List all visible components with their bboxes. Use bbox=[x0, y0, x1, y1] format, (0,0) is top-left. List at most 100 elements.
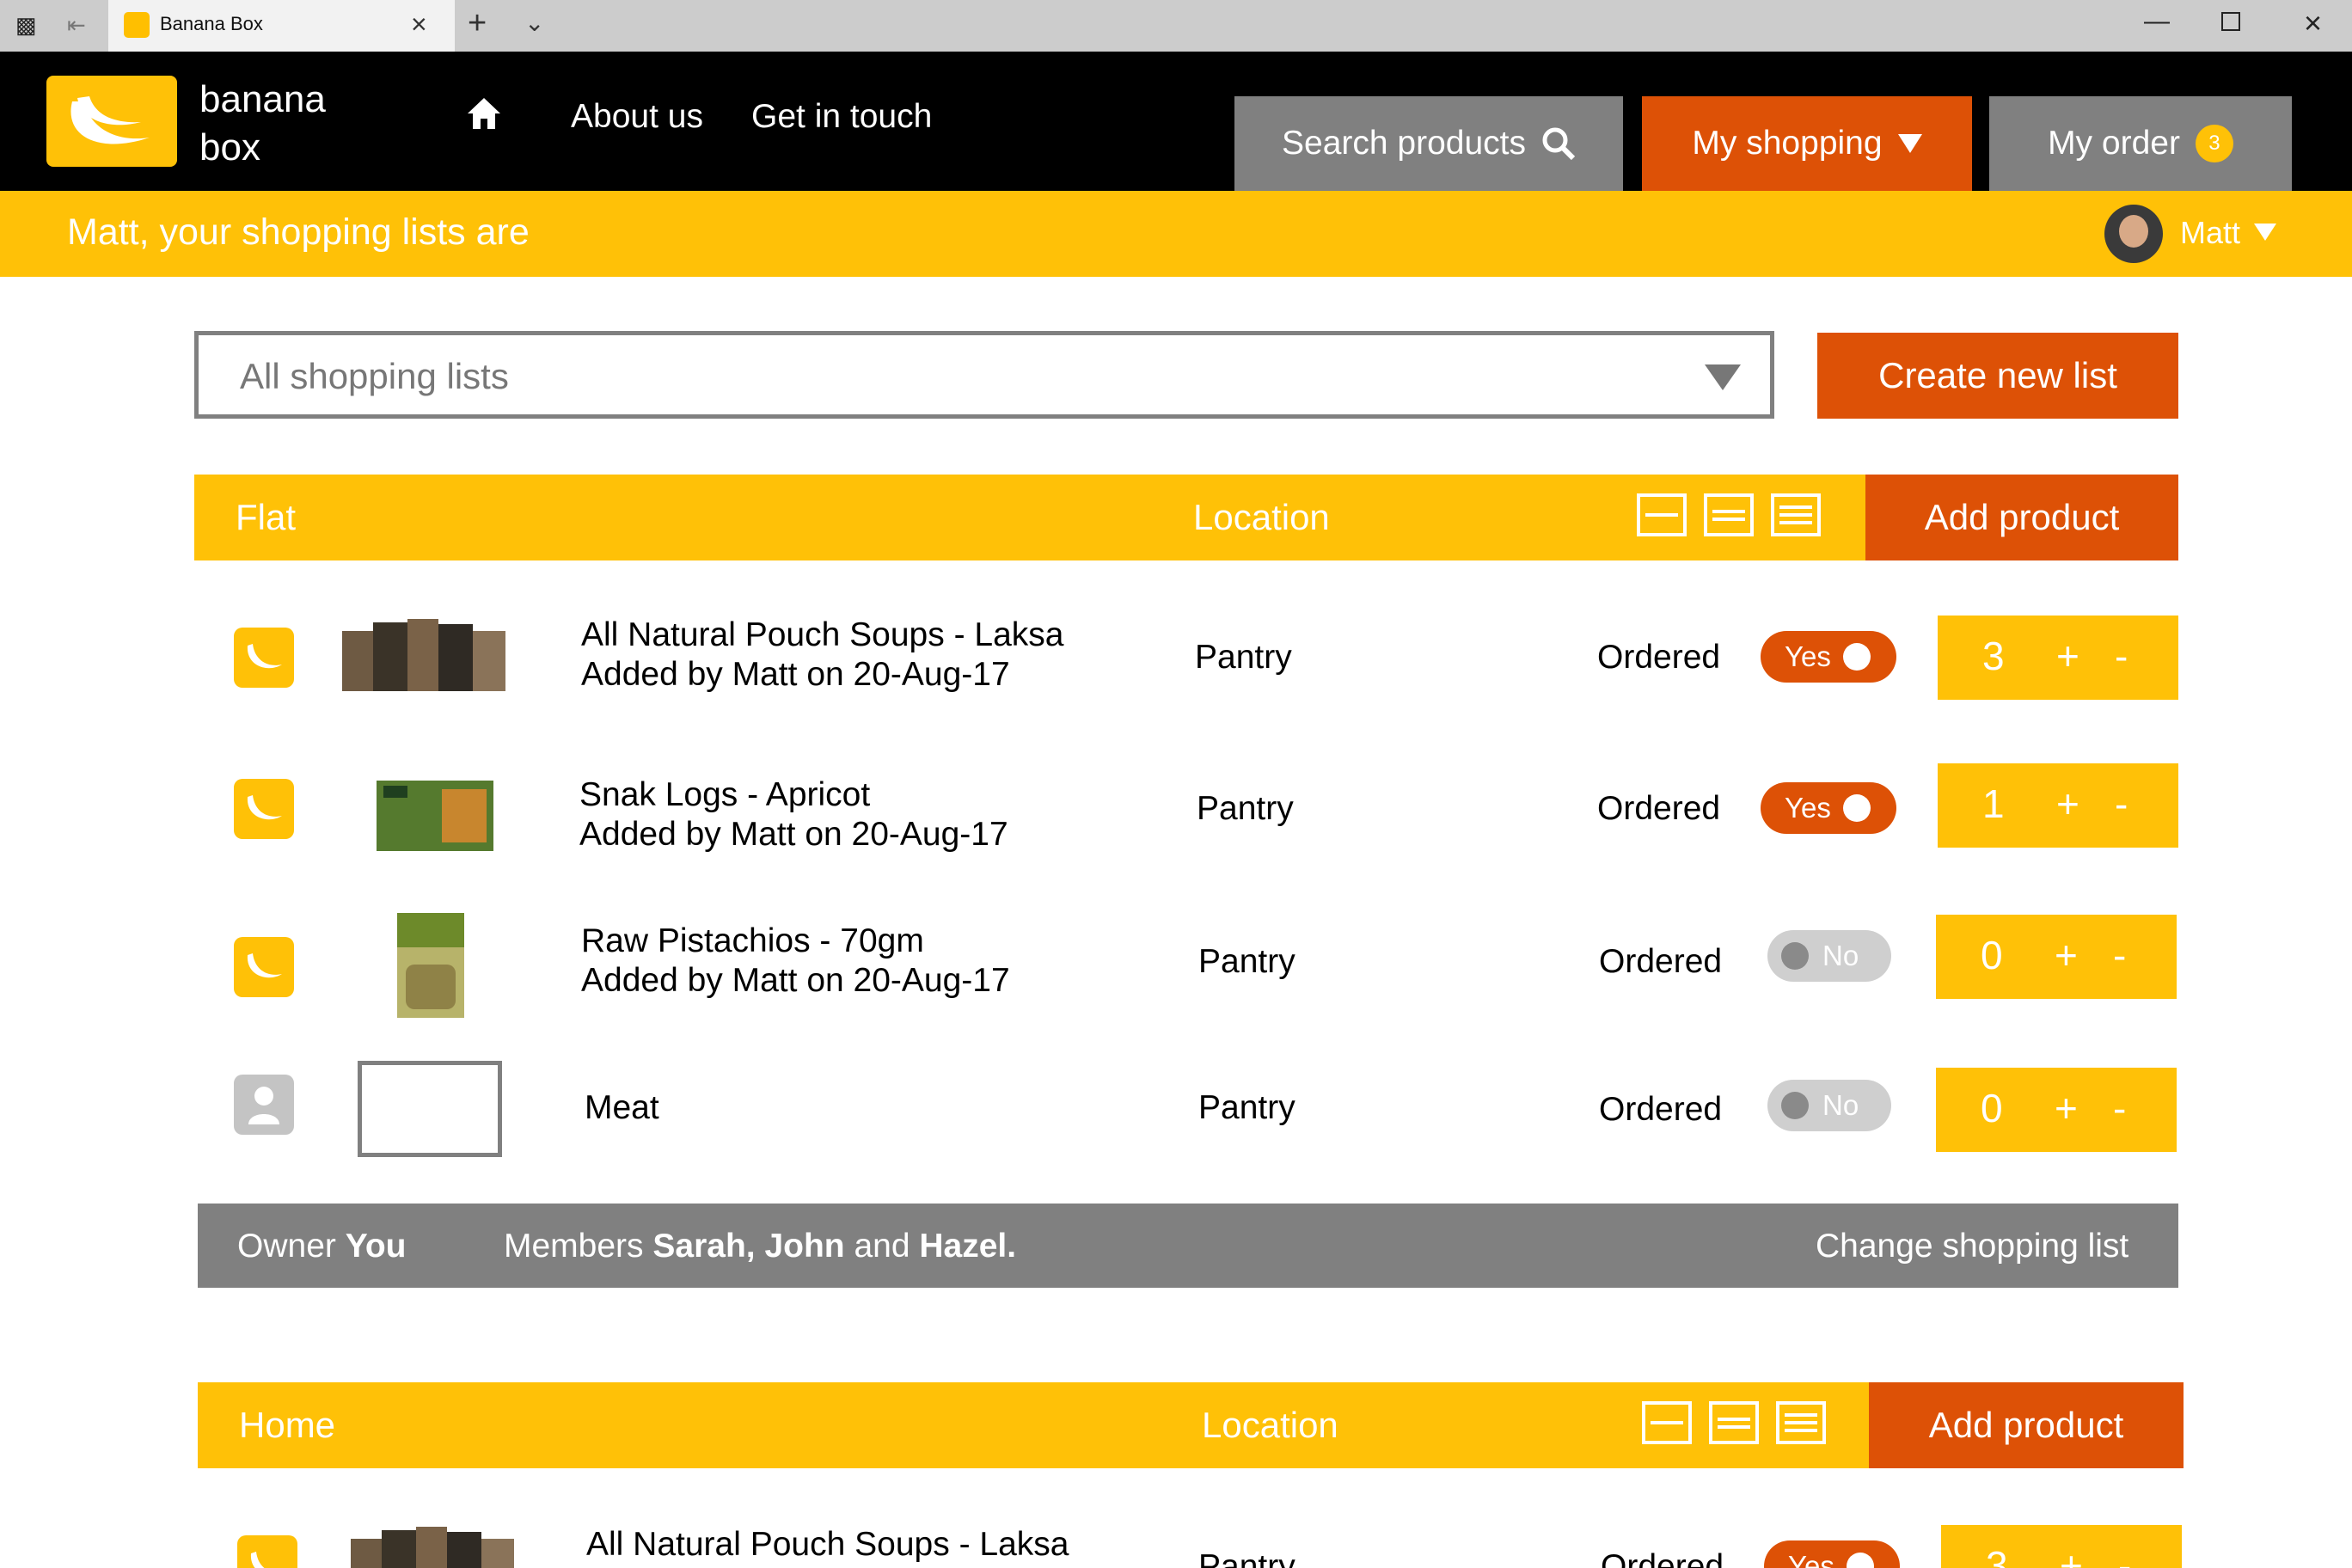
list-item: All Natural Pouch Soups - Laksa Added by… bbox=[194, 593, 2180, 722]
nav-get-in-touch[interactable]: Get in touch bbox=[751, 98, 932, 136]
toggle-label: Yes bbox=[1785, 640, 1831, 672]
ordered-toggle[interactable]: Yes bbox=[1761, 782, 1896, 834]
owner-label: Owner bbox=[237, 1228, 336, 1265]
tab-title: Banana Box bbox=[160, 13, 263, 34]
search-products-button[interactable]: Search products bbox=[1234, 96, 1623, 191]
decrease-qty-button[interactable]: - bbox=[2115, 781, 2128, 827]
site-header: banana box About us Get in touch Search … bbox=[0, 52, 2352, 191]
list-item: Raw Pistachios - 70gm Added by Matt on 2… bbox=[194, 894, 2180, 1023]
create-new-list-button[interactable]: Create new list bbox=[1817, 333, 2178, 419]
shopping-list-select-value: All shopping lists bbox=[240, 356, 509, 396]
increase-qty-button[interactable]: + bbox=[2056, 781, 2079, 827]
detail-view-icon[interactable] bbox=[1771, 493, 1821, 536]
list-item: Snak Logs - Apricot Added by Matt on 20-… bbox=[194, 744, 2180, 873]
increase-qty-button[interactable]: + bbox=[2055, 932, 2078, 978]
compact-view-icon[interactable] bbox=[1642, 1401, 1692, 1444]
product-title: Snak Logs - Apricot bbox=[579, 776, 871, 813]
quantity-stepper: 1 + - bbox=[1938, 763, 2178, 848]
product-image-pistachios bbox=[397, 913, 464, 1018]
list-name: Flat bbox=[236, 497, 297, 537]
quantity-stepper: 0 + - bbox=[1936, 1068, 2177, 1152]
avatar[interactable] bbox=[2104, 205, 2163, 263]
ordered-toggle[interactable]: Yes bbox=[1764, 1540, 1900, 1568]
quantity-stepper: 0 + - bbox=[1936, 915, 2177, 999]
compact-view-icon[interactable] bbox=[1637, 493, 1687, 536]
quantity-stepper: 3 + - bbox=[1941, 1525, 2182, 1568]
new-tab-icon[interactable]: + bbox=[468, 5, 487, 42]
user-name[interactable]: Matt bbox=[2180, 215, 2240, 251]
user-menu-caret-icon[interactable] bbox=[2254, 224, 2276, 241]
decrease-qty-button[interactable]: - bbox=[2113, 1085, 2126, 1131]
browser-tab[interactable]: Banana Box × bbox=[108, 0, 455, 52]
order-status-label: Ordered bbox=[1599, 943, 1723, 980]
banana-icon bbox=[234, 937, 294, 997]
select-dropdown-icon bbox=[1705, 364, 1741, 390]
list-item: Meat Pantry Ordered No 0 + - bbox=[194, 1040, 2180, 1169]
location-column-header: Location bbox=[1202, 1405, 1338, 1445]
my-order-button[interactable]: My order 3 bbox=[1989, 96, 2292, 191]
close-tab-icon[interactable]: × bbox=[411, 9, 427, 40]
banana-icon bbox=[237, 1535, 297, 1568]
search-products-label: Search products bbox=[1282, 125, 1526, 162]
quantity-value: 0 bbox=[1981, 1086, 2003, 1130]
product-title: Meat bbox=[585, 1089, 659, 1126]
restore-icon[interactable] bbox=[2221, 12, 2240, 31]
banana-icon bbox=[234, 628, 294, 688]
product-added-by: Added by Matt on 20-Aug-17 bbox=[581, 656, 1010, 693]
product-image-placeholder bbox=[358, 1061, 502, 1157]
list-header-home: Home Location bbox=[198, 1382, 1869, 1468]
product-image-soups bbox=[351, 1527, 519, 1568]
order-status-label: Ordered bbox=[1597, 639, 1721, 676]
members-label: Members bbox=[504, 1228, 644, 1265]
product-image-snak-logs bbox=[377, 781, 493, 851]
brand-name[interactable]: banana box bbox=[199, 76, 326, 172]
decrease-qty-button[interactable]: - bbox=[2118, 1542, 2131, 1568]
list-view-icon[interactable] bbox=[1709, 1401, 1759, 1444]
increase-qty-button[interactable]: + bbox=[2060, 1542, 2083, 1568]
my-shopping-button[interactable]: My shopping bbox=[1642, 96, 1972, 191]
home-icon[interactable] bbox=[466, 96, 502, 135]
ordered-toggle[interactable]: No bbox=[1767, 930, 1891, 982]
close-window-icon[interactable]: × bbox=[2304, 5, 2322, 41]
decrease-qty-button[interactable]: - bbox=[2113, 932, 2126, 978]
add-product-button[interactable]: Add product bbox=[1865, 475, 2178, 560]
nav-about-us[interactable]: About us bbox=[571, 98, 703, 136]
list-footer: Owner You Members Sarah, John and Hazel.… bbox=[198, 1204, 2178, 1288]
quantity-value: 3 bbox=[1982, 634, 2005, 678]
product-title: All Natural Pouch Soups - Laksa bbox=[581, 616, 1064, 653]
decrease-qty-button[interactable]: - bbox=[2115, 633, 2128, 679]
quantity-stepper: 3 + - bbox=[1938, 616, 2178, 700]
product-title: Raw Pistachios - 70gm bbox=[581, 922, 924, 959]
chevron-down-icon[interactable]: ⌄ bbox=[524, 9, 544, 37]
tab-actions-icon[interactable]: ▩ bbox=[15, 12, 37, 39]
members-info: Members Sarah, John and Hazel. bbox=[504, 1228, 1016, 1265]
change-shopping-list-link[interactable]: Change shopping list bbox=[1816, 1228, 2128, 1265]
banana-logo[interactable] bbox=[46, 76, 177, 167]
product-description: Snak Logs - Apricot Added by Matt on 20-… bbox=[579, 775, 1008, 854]
person-icon bbox=[234, 1075, 294, 1135]
quantity-value: 3 bbox=[1986, 1543, 2008, 1568]
product-location: Pantry bbox=[1198, 1548, 1295, 1568]
shopping-list-select[interactable]: All shopping lists bbox=[194, 331, 1774, 419]
quantity-value: 1 bbox=[1982, 781, 2005, 826]
brand-line-1: banana bbox=[199, 78, 326, 120]
greeting-strip: Matt, your shopping lists are Matt bbox=[0, 191, 2352, 277]
order-count-badge: 3 bbox=[2195, 125, 2233, 162]
set-tabs-aside-icon[interactable]: ⇤ bbox=[67, 12, 86, 39]
members-names: Sarah, John bbox=[652, 1228, 845, 1265]
product-description: All Natural Pouch Soups - Laksa Added by… bbox=[581, 616, 1063, 695]
order-status-label: Ordered bbox=[1601, 1548, 1724, 1568]
product-image-soups bbox=[342, 616, 514, 700]
quantity-value: 0 bbox=[1981, 933, 2003, 977]
greeting-message: Matt, your shopping lists are bbox=[67, 211, 530, 253]
ordered-toggle[interactable]: Yes bbox=[1761, 631, 1896, 683]
increase-qty-button[interactable]: + bbox=[2056, 633, 2079, 679]
order-status-label: Ordered bbox=[1599, 1091, 1723, 1128]
increase-qty-button[interactable]: + bbox=[2055, 1085, 2078, 1131]
minimize-icon[interactable]: — bbox=[2144, 7, 2170, 36]
ordered-toggle[interactable]: No bbox=[1767, 1080, 1891, 1131]
detail-view-icon[interactable] bbox=[1776, 1401, 1826, 1444]
list-view-icon[interactable] bbox=[1704, 493, 1754, 536]
add-product-button[interactable]: Add product bbox=[1869, 1382, 2184, 1468]
members-last: Hazel. bbox=[919, 1228, 1017, 1265]
